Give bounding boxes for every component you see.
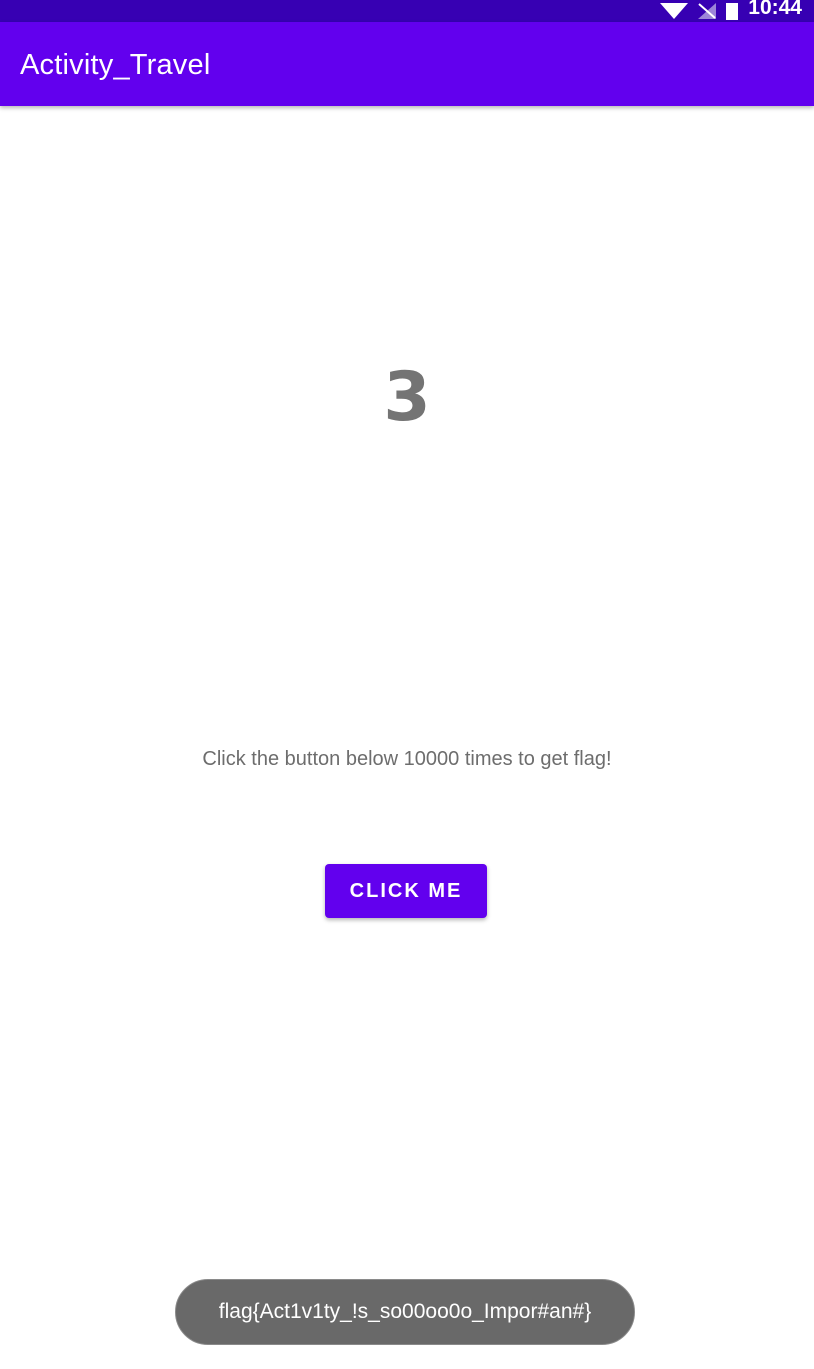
battery-icon — [726, 2, 739, 20]
wifi-icon — [660, 3, 689, 19]
click-me-button[interactable]: CLICK ME — [325, 864, 487, 918]
click-counter: 3 — [383, 358, 431, 437]
toast-message: flag{Act1v1ty_!s_so00oo0o_Impor#an#} — [218, 1300, 592, 1323]
no-signal-icon — [698, 3, 717, 19]
status-time: 10:44 — [748, 0, 802, 19]
instruction-text: Click the button below 10000 times to ge… — [202, 748, 612, 770]
flag-toast: flag{Act1v1ty_!s_so00oo0o_Impor#an#} — [175, 1279, 635, 1345]
app-bar: Activity_Travel — [0, 22, 814, 106]
app-screen: 10:44 Activity_Travel 3 Click the button… — [0, 0, 814, 1369]
status-bar: 10:44 — [0, 0, 814, 22]
status-icons: 10:44 — [660, 0, 802, 22]
app-title: Activity_Travel — [20, 49, 211, 81]
